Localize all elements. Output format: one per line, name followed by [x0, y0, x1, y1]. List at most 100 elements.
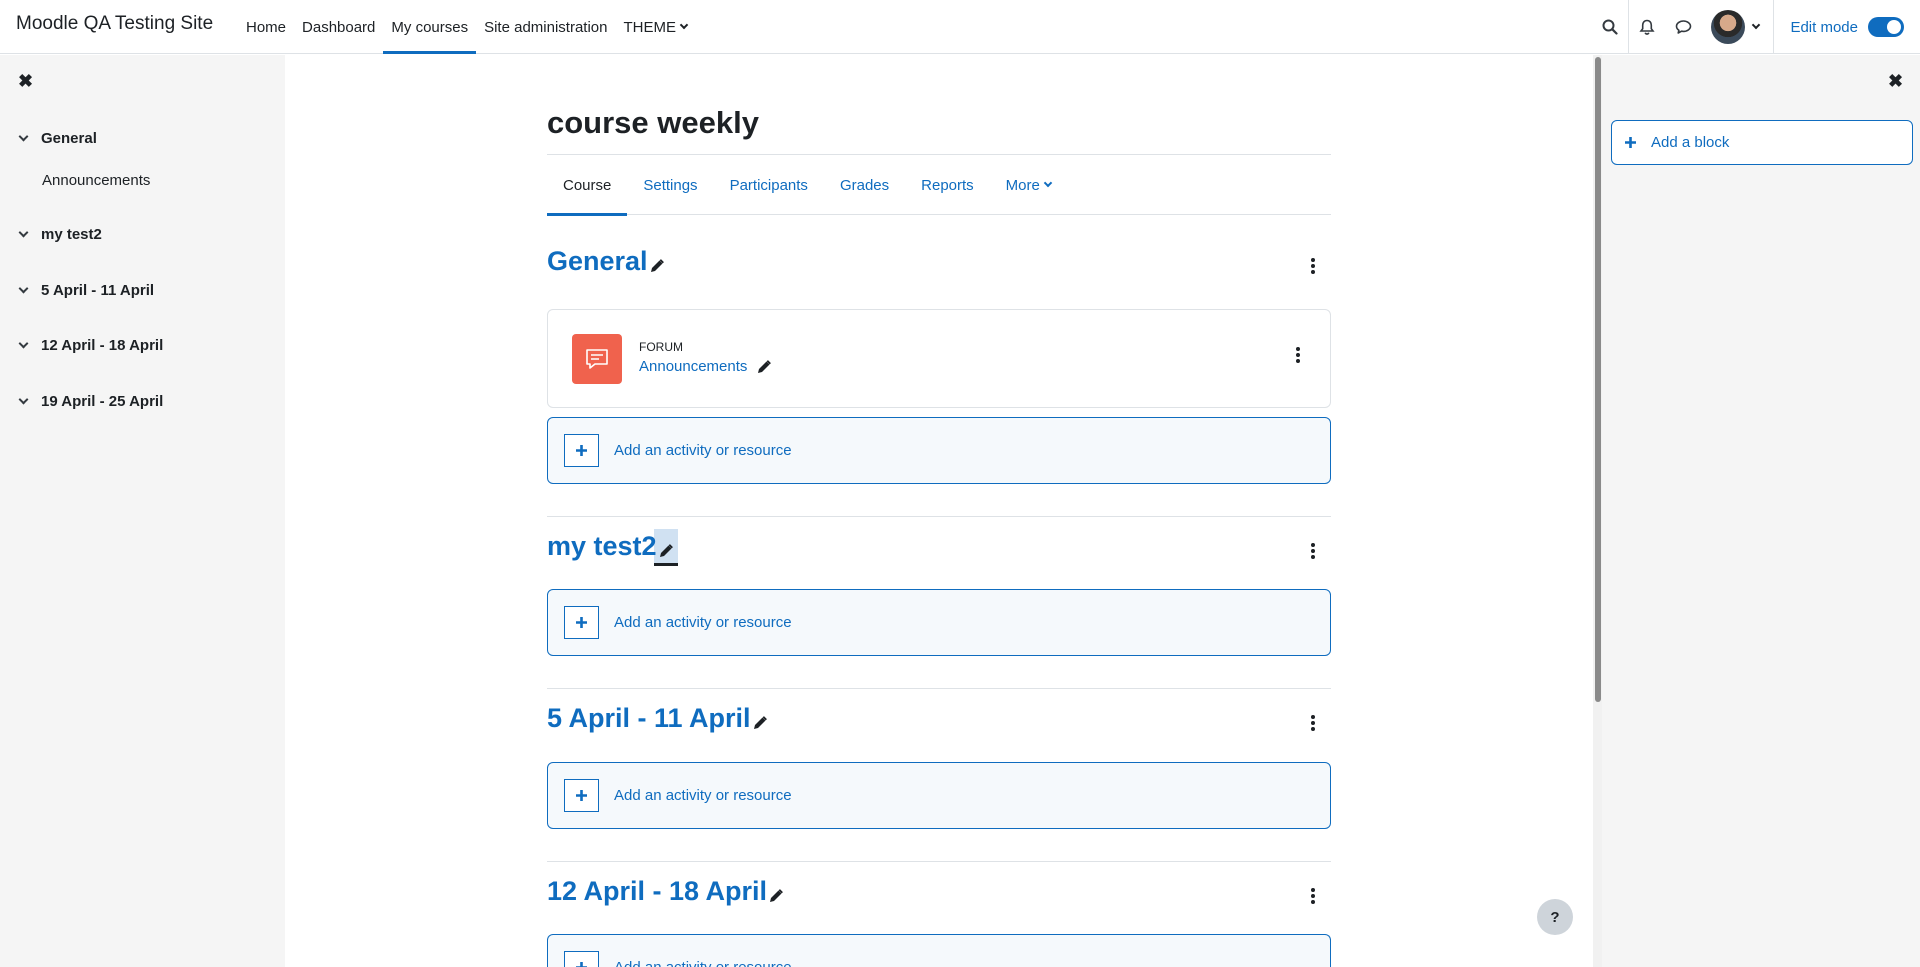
tab-reports[interactable]: Reports: [905, 155, 990, 215]
section-menu-kebab-icon[interactable]: [1303, 254, 1323, 278]
nav-home[interactable]: Home: [238, 0, 294, 54]
nav-home-label: Home: [246, 18, 287, 36]
section-title-text: 12 April - 18 April: [547, 876, 768, 906]
page-title: course weekly: [547, 105, 759, 140]
site-name[interactable]: Moodle QA Testing Site: [16, 13, 213, 35]
plus-icon: [564, 951, 599, 967]
course-index-section-my-test2[interactable]: my test2: [18, 226, 102, 243]
course-index-section-label: 19 April - 25 April: [41, 393, 164, 410]
course-index-section-label: 12 April - 18 April: [41, 337, 164, 354]
edit-mode-label: Edit mode: [1790, 18, 1858, 36]
section-title-general[interactable]: General: [547, 246, 664, 277]
pencil-icon[interactable]: [757, 359, 772, 374]
add-block-label: Add a block: [1651, 134, 1730, 151]
course-index-section-12-april[interactable]: 12 April - 18 April: [18, 337, 164, 354]
nav-dashboard[interactable]: Dashboard: [294, 0, 383, 54]
top-navbar: Moodle QA Testing Site Home Dashboard My…: [0, 0, 1920, 54]
close-block-drawer-icon[interactable]: ✖: [1888, 71, 1903, 92]
course-index-section-label: 5 April - 11 April: [41, 282, 155, 299]
chevron-down-icon[interactable]: [18, 131, 29, 141]
forum-icon: [572, 334, 622, 384]
section-menu-kebab-icon[interactable]: [1303, 711, 1323, 735]
plus-icon: [1625, 137, 1636, 148]
notifications-button[interactable]: [1629, 0, 1665, 54]
pencil-icon[interactable]: [769, 888, 783, 903]
chevron-down-icon[interactable]: [18, 394, 29, 404]
nav-my-courses[interactable]: My courses: [383, 0, 476, 54]
search-button[interactable]: [1592, 0, 1628, 54]
chevron-down-icon[interactable]: [18, 227, 29, 237]
navbar-right: Edit mode: [1592, 0, 1920, 54]
secondary-navigation: Course Settings Participants Grades Repo…: [547, 155, 1331, 216]
nav-theme-dropdown[interactable]: THEME: [616, 0, 696, 54]
add-activity-button[interactable]: Add an activity or resource: [547, 762, 1331, 829]
course-index-drawer: ✖ General Announcements my test2 5 April…: [0, 55, 285, 967]
chevron-down-icon[interactable]: [18, 283, 29, 293]
primary-navigation: Home Dashboard My courses Site administr…: [238, 0, 695, 54]
tab-more[interactable]: More: [990, 155, 1067, 215]
activity-menu-kebab-icon[interactable]: [1288, 343, 1308, 367]
add-activity-label: Add an activity or resource: [614, 442, 792, 459]
bell-icon: [1639, 19, 1656, 35]
tab-participants[interactable]: Participants: [714, 155, 824, 215]
tab-reports-label: Reports: [921, 176, 974, 194]
edit-mode-switch[interactable]: Edit mode: [1774, 17, 1920, 37]
nav-my-courses-label: My courses: [391, 18, 469, 36]
chevron-down-icon: [679, 20, 689, 30]
close-course-index-icon[interactable]: ✖: [18, 71, 33, 92]
course-index-section-5-april[interactable]: 5 April - 11 April: [18, 282, 155, 299]
avatar: [1711, 10, 1746, 44]
main-scrollbar[interactable]: [1593, 55, 1602, 967]
chevron-down-icon: [1043, 178, 1053, 188]
messages-button[interactable]: [1665, 0, 1701, 54]
add-activity-button[interactable]: Add an activity or resource: [547, 417, 1331, 484]
nav-site-administration[interactable]: Site administration: [476, 0, 615, 54]
section-title-my-test2[interactable]: my test2: [547, 531, 673, 562]
help-icon: ?: [1550, 908, 1560, 926]
tab-course[interactable]: Course: [547, 155, 628, 216]
course-index-section-label: my test2: [41, 226, 102, 243]
edit-mode-toggle[interactable]: [1868, 17, 1904, 37]
section-title-12-april[interactable]: 12 April - 18 April: [547, 876, 783, 907]
section-title-5-april[interactable]: 5 April - 11 April: [547, 703, 767, 734]
section-divider: [547, 861, 1331, 862]
tab-grades-label: Grades: [839, 176, 890, 194]
nav-theme-label: THEME: [623, 18, 677, 36]
pencil-icon[interactable]: [650, 258, 664, 273]
section-menu-kebab-icon[interactable]: [1303, 539, 1323, 563]
edit-focus-underline: [654, 563, 678, 566]
add-activity-button[interactable]: Add an activity or resource: [547, 934, 1331, 967]
pencil-icon[interactable]: [659, 543, 673, 558]
add-activity-label: Add an activity or resource: [614, 787, 792, 804]
tab-settings[interactable]: Settings: [627, 155, 713, 215]
help-button[interactable]: ?: [1537, 899, 1573, 935]
section-title-text: my test2: [547, 531, 657, 561]
section-divider: [547, 688, 1331, 689]
nav-dashboard-label: Dashboard: [302, 18, 376, 36]
add-block-button[interactable]: Add a block: [1611, 120, 1913, 165]
course-index-section-general[interactable]: General: [18, 130, 97, 147]
activity-link[interactable]: Announcements: [639, 358, 772, 375]
add-activity-button[interactable]: Add an activity or resource: [547, 589, 1331, 656]
scrollbar-thumb[interactable]: [1595, 57, 1601, 702]
course-index-section-19-april[interactable]: 19 April - 25 April: [18, 393, 164, 410]
course-index-section-label: General: [41, 130, 97, 147]
user-menu[interactable]: [1701, 10, 1773, 44]
section-title-text: 5 April - 11 April: [547, 703, 751, 733]
plus-icon: [564, 779, 599, 812]
plus-icon: [564, 606, 599, 639]
pencil-icon[interactable]: [753, 715, 767, 730]
block-drawer: ✖ Add a block: [1602, 55, 1920, 967]
section-menu-kebab-icon[interactable]: [1303, 884, 1323, 908]
chevron-down-icon[interactable]: [18, 338, 29, 348]
tab-grades[interactable]: Grades: [824, 155, 905, 215]
course-index-item-announcements[interactable]: Announcements: [42, 172, 150, 189]
activity-type: FORUM: [639, 340, 683, 354]
section-divider: [547, 516, 1331, 517]
activity-card-forum: FORUM Announcements: [547, 309, 1331, 408]
tab-settings-label: Settings: [643, 176, 698, 194]
add-activity-label: Add an activity or resource: [614, 614, 792, 631]
activity-name: Announcements: [639, 358, 748, 375]
chat-icon: [1675, 20, 1692, 34]
plus-icon: [564, 434, 599, 467]
